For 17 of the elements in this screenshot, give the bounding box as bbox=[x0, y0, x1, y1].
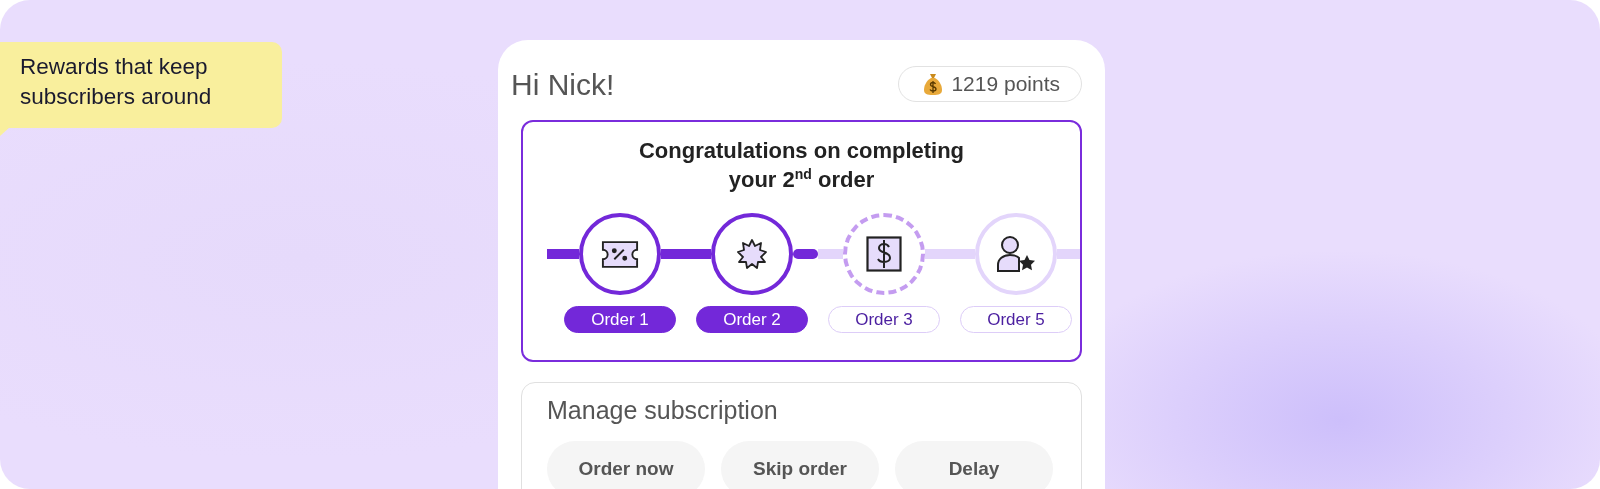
milestone-label: Order 5 bbox=[960, 306, 1072, 333]
greeting: Hi Nick! bbox=[511, 67, 615, 102]
milestone-label: Order 2 bbox=[696, 306, 808, 333]
person-star-icon bbox=[996, 235, 1036, 273]
starburst-icon bbox=[737, 239, 767, 269]
manage-title: Manage subscription bbox=[547, 396, 779, 425]
action-button[interactable]: Delay bbox=[895, 441, 1053, 489]
ticket-icon bbox=[601, 239, 639, 269]
congrats-title: Congratulations on completing your 2$^{nd}$ order bbox=[637, 137, 966, 194]
action-button[interactable]: Order now bbox=[547, 441, 705, 489]
dollar-icon bbox=[866, 236, 902, 272]
action-button[interactable]: Skip order bbox=[721, 441, 879, 489]
callout-tail bbox=[0, 127, 10, 136]
milestone-label: Order 1 bbox=[564, 306, 676, 333]
money-bag-icon bbox=[923, 72, 944, 96]
points-count: 1219 points bbox=[951, 72, 1060, 96]
milestone-label: Order 3 bbox=[828, 306, 940, 333]
